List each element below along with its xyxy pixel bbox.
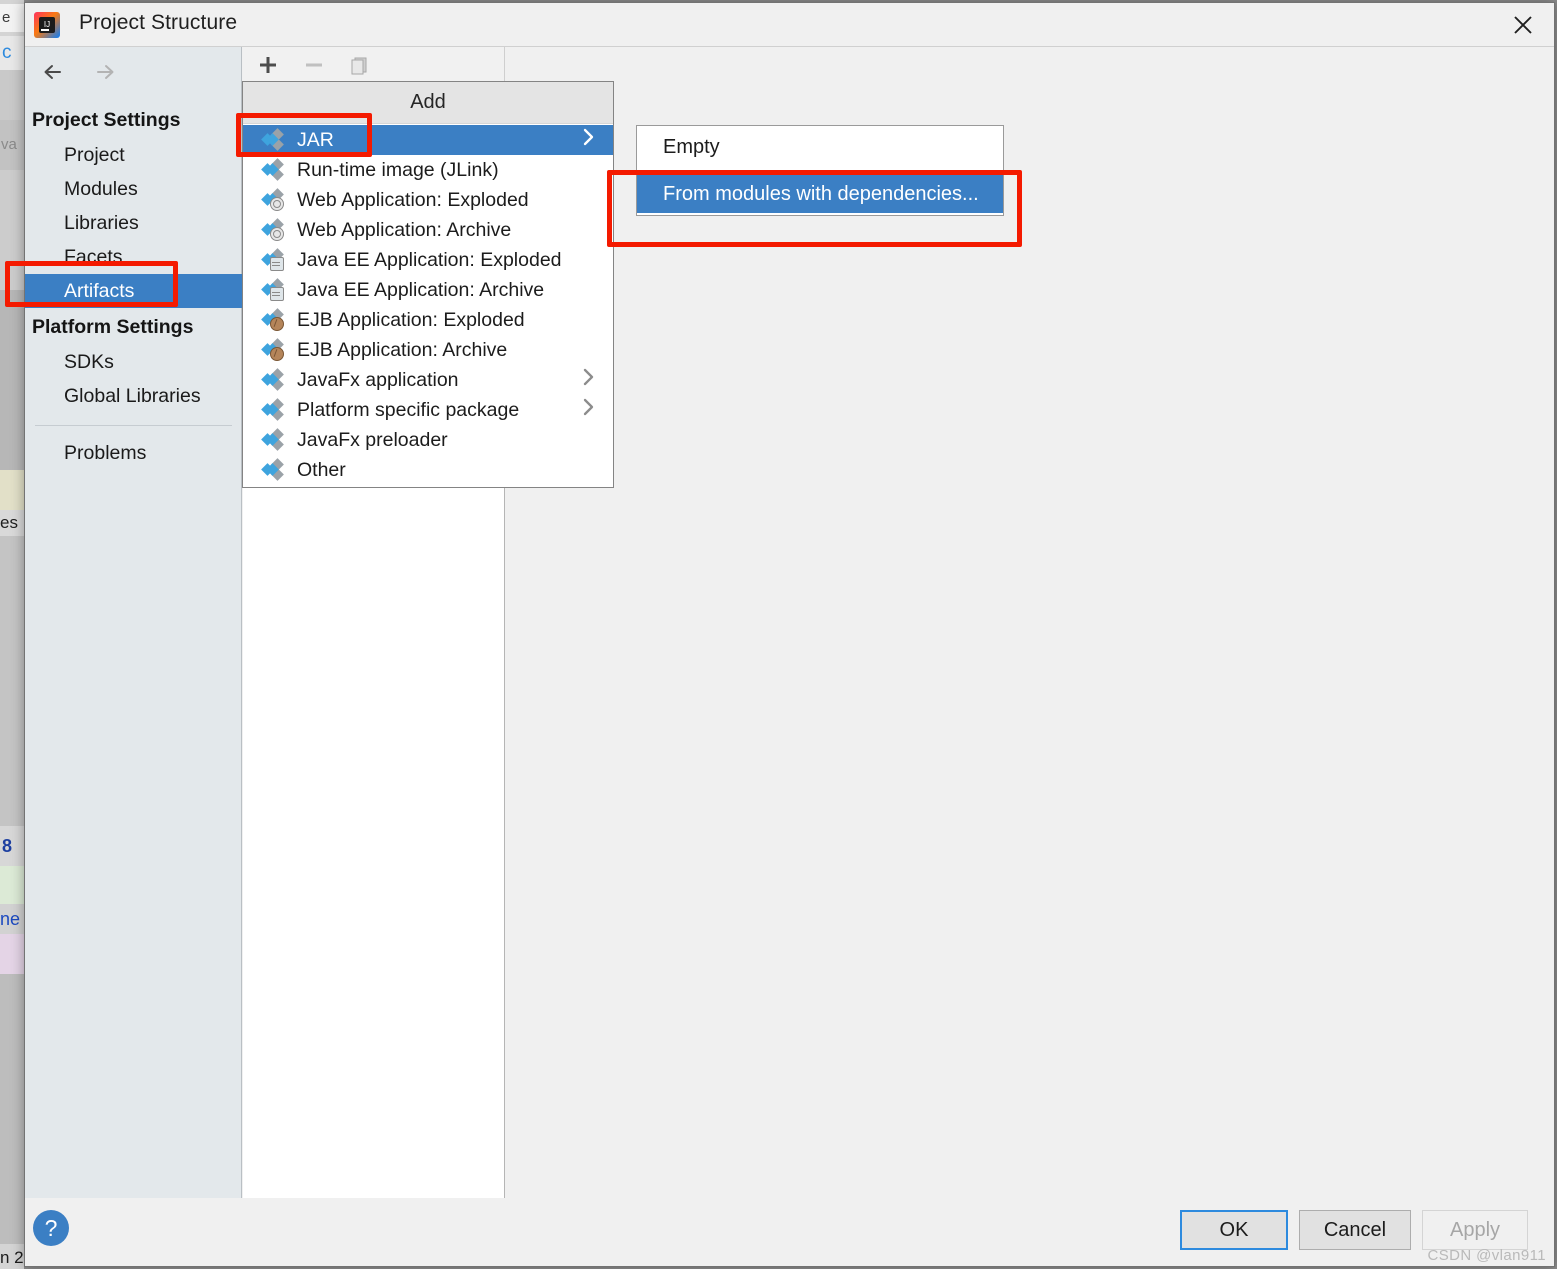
dialog-button-bar: ? OK Cancel Apply CSDN @vlan911: [25, 1198, 1554, 1266]
chevron-right-icon: [582, 398, 596, 422]
sidebar-divider: [35, 425, 232, 426]
menu-item-label: Java EE Application: Archive: [297, 278, 545, 301]
artifact-icon: [261, 458, 284, 481]
sidebar-group-project-settings: Project Settings Project Modules Librari…: [25, 103, 242, 308]
submenu-item-empty[interactable]: Empty: [637, 128, 1003, 166]
menu-item-label: Web Application: Archive: [297, 218, 512, 241]
copy-icon: [347, 52, 373, 78]
artifact-icon: [261, 158, 284, 181]
watermark: CSDN @vlan911: [1427, 1247, 1546, 1264]
bg-fragment: [0, 470, 24, 510]
background-ide-sliver: e c va es 8 ne: [0, 0, 26, 1269]
bg-fragment: e: [0, 4, 26, 32]
sidebar-header-project-settings: Project Settings: [32, 109, 181, 131]
sidebar-item-problems[interactable]: Problems: [25, 436, 242, 470]
ejb-artifact-icon: [261, 338, 284, 361]
artifact-icon: [261, 428, 284, 451]
settings-sidebar: Project Settings Project Modules Librari…: [25, 47, 242, 1198]
artifacts-toolbar: [243, 47, 505, 83]
chevron-right-icon: [582, 368, 596, 392]
menu-item-web-application-exploded[interactable]: Web Application: Exploded: [243, 185, 613, 215]
menu-item-java-ee-application-archive[interactable]: Java EE Application: Archive: [243, 275, 613, 305]
bg-fragment: [0, 536, 24, 826]
add-menu-list: JAR Run-time image (JLink) Web Applicati…: [243, 124, 613, 487]
menu-item-label: Web Application: Exploded: [297, 188, 529, 211]
artifact-icon: [261, 368, 284, 391]
artifact-icon: [261, 398, 284, 421]
bg-fragment: 8: [0, 826, 26, 866]
add-artifact-menu: Add JAR Run-time image (JLink) Web Appli…: [242, 81, 614, 488]
intellij-idea-icon: IJ: [33, 11, 61, 39]
menu-item-label: EJB Application: Archive: [297, 338, 508, 361]
menu-item-label: EJB Application: Exploded: [297, 308, 525, 331]
ejb-artifact-icon: [261, 308, 284, 331]
web-artifact-icon: [261, 218, 284, 241]
arrow-left-icon[interactable]: [39, 57, 69, 87]
bg-fragment: [0, 170, 24, 290]
sidebar-header-platform-settings: Platform Settings: [32, 316, 194, 338]
add-menu-title: Add: [243, 82, 613, 124]
menu-item-ejb-application-archive[interactable]: EJB Application: Archive: [243, 335, 613, 365]
dialog-titlebar: IJ Project Structure: [25, 3, 1554, 47]
menu-item-label: JAR: [297, 128, 334, 151]
page-title: Project Structure: [79, 11, 238, 34]
help-button[interactable]: ?: [33, 1210, 69, 1246]
sidebar-item-project[interactable]: Project: [25, 138, 242, 172]
cancel-button[interactable]: Cancel: [1299, 1210, 1411, 1250]
bg-fragment: [0, 866, 24, 904]
menu-item-label: JavaFx preloader: [297, 428, 448, 451]
sidebar-item-sdks[interactable]: SDKs: [25, 345, 242, 379]
sidebar-group-platform-settings: Platform Settings SDKs Global Libraries …: [25, 310, 242, 470]
menu-item-platform-specific-package[interactable]: Platform specific package: [243, 395, 613, 425]
nav-arrows: [39, 57, 119, 87]
bg-fragment: [0, 70, 24, 120]
bg-fragment: va: [0, 120, 25, 170]
minus-icon: [301, 52, 327, 78]
menu-item-jar[interactable]: JAR: [243, 125, 613, 155]
jar-submenu: Empty From modules with dependencies...: [636, 125, 1004, 216]
chevron-right-icon: [582, 128, 596, 152]
bg-fragment: [0, 974, 24, 1244]
submenu-item-from-modules-with-dependencies[interactable]: From modules with dependencies...: [637, 175, 1003, 213]
bg-fragment: [0, 290, 24, 470]
bg-fragment: [0, 934, 24, 974]
sidebar-item-libraries[interactable]: Libraries: [25, 206, 242, 240]
sidebar-item-global-libraries[interactable]: Global Libraries: [25, 379, 242, 413]
submenu-divider: [649, 170, 991, 171]
menu-item-javafx-application[interactable]: JavaFx application: [243, 365, 613, 395]
artifact-icon: [261, 128, 284, 151]
menu-item-ejb-application-exploded[interactable]: EJB Application: Exploded: [243, 305, 613, 335]
jee-artifact-icon: [261, 248, 284, 271]
arrow-right-icon[interactable]: [89, 57, 119, 87]
close-icon[interactable]: [1492, 3, 1554, 46]
svg-text:IJ: IJ: [44, 20, 50, 29]
bg-fragment: es: [0, 510, 24, 536]
jee-artifact-icon: [261, 278, 284, 301]
menu-item-label: Other: [297, 458, 346, 481]
menu-item-label: Run-time image (JLink): [297, 158, 499, 181]
plus-icon[interactable]: [255, 52, 281, 78]
web-artifact-icon: [261, 188, 284, 211]
menu-item-label: JavaFx application: [297, 368, 459, 391]
project-structure-dialog: IJ Project Structure Project Settings Pr…: [24, 2, 1555, 1267]
menu-item-javafx-preloader[interactable]: JavaFx preloader: [243, 425, 613, 455]
sidebar-item-facets[interactable]: Facets: [25, 240, 242, 274]
bg-fragment: ne: [0, 904, 24, 934]
menu-item-label: Java EE Application: Exploded: [297, 248, 562, 271]
menu-item-web-application-archive[interactable]: Web Application: Archive: [243, 215, 613, 245]
menu-item-java-ee-application-exploded[interactable]: Java EE Application: Exploded: [243, 245, 613, 275]
menu-item-run-time-image-jlink[interactable]: Run-time image (JLink): [243, 155, 613, 185]
menu-item-label: Platform specific package: [297, 398, 520, 421]
sidebar-item-modules[interactable]: Modules: [25, 172, 242, 206]
menu-item-other[interactable]: Other: [243, 455, 613, 485]
apply-button: Apply: [1422, 1210, 1528, 1250]
ok-button[interactable]: OK: [1180, 1210, 1288, 1250]
sidebar-item-artifacts[interactable]: Artifacts: [25, 274, 242, 308]
bg-fragment: c: [0, 36, 26, 70]
